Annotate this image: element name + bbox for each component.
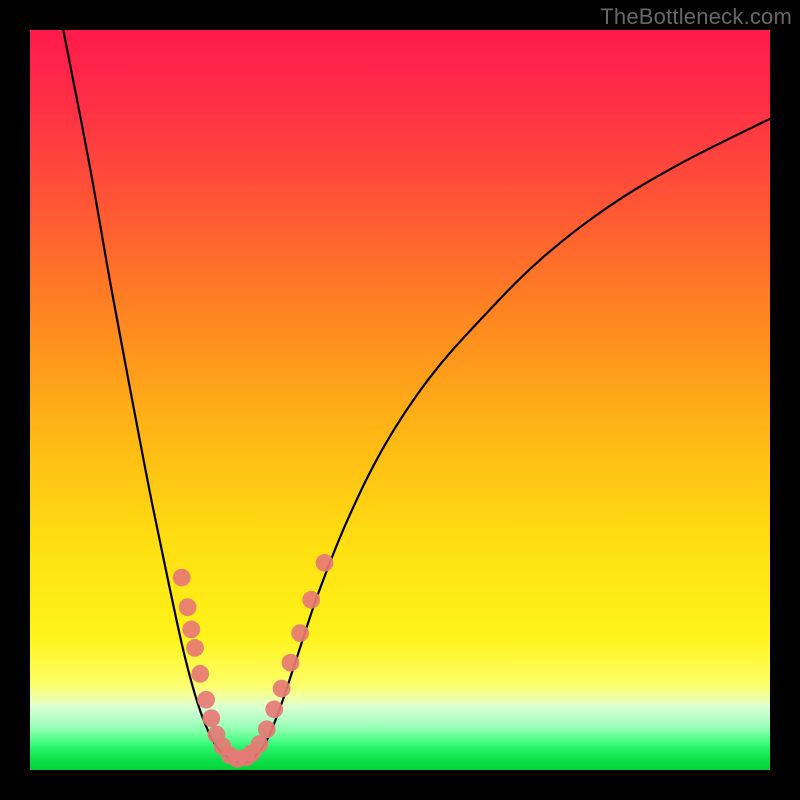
sample-dot bbox=[186, 639, 204, 657]
sample-dot bbox=[291, 624, 309, 642]
sample-dot bbox=[302, 591, 320, 609]
sample-dot bbox=[273, 680, 291, 698]
plot-area bbox=[30, 30, 770, 770]
chart-svg bbox=[30, 30, 770, 770]
sample-dot bbox=[265, 700, 283, 718]
sample-dot bbox=[282, 654, 300, 672]
sample-dot bbox=[179, 598, 197, 616]
watermark-text: TheBottleneck.com bbox=[600, 4, 792, 30]
sample-dot bbox=[191, 665, 209, 683]
sample-dot bbox=[173, 569, 191, 587]
sample-dot bbox=[258, 720, 276, 738]
chart-frame: TheBottleneck.com bbox=[0, 0, 800, 800]
sample-dot bbox=[197, 691, 215, 709]
sample-dot bbox=[202, 709, 220, 727]
gradient-background bbox=[30, 30, 770, 770]
sample-dot bbox=[182, 621, 200, 639]
sample-dot bbox=[316, 554, 334, 572]
